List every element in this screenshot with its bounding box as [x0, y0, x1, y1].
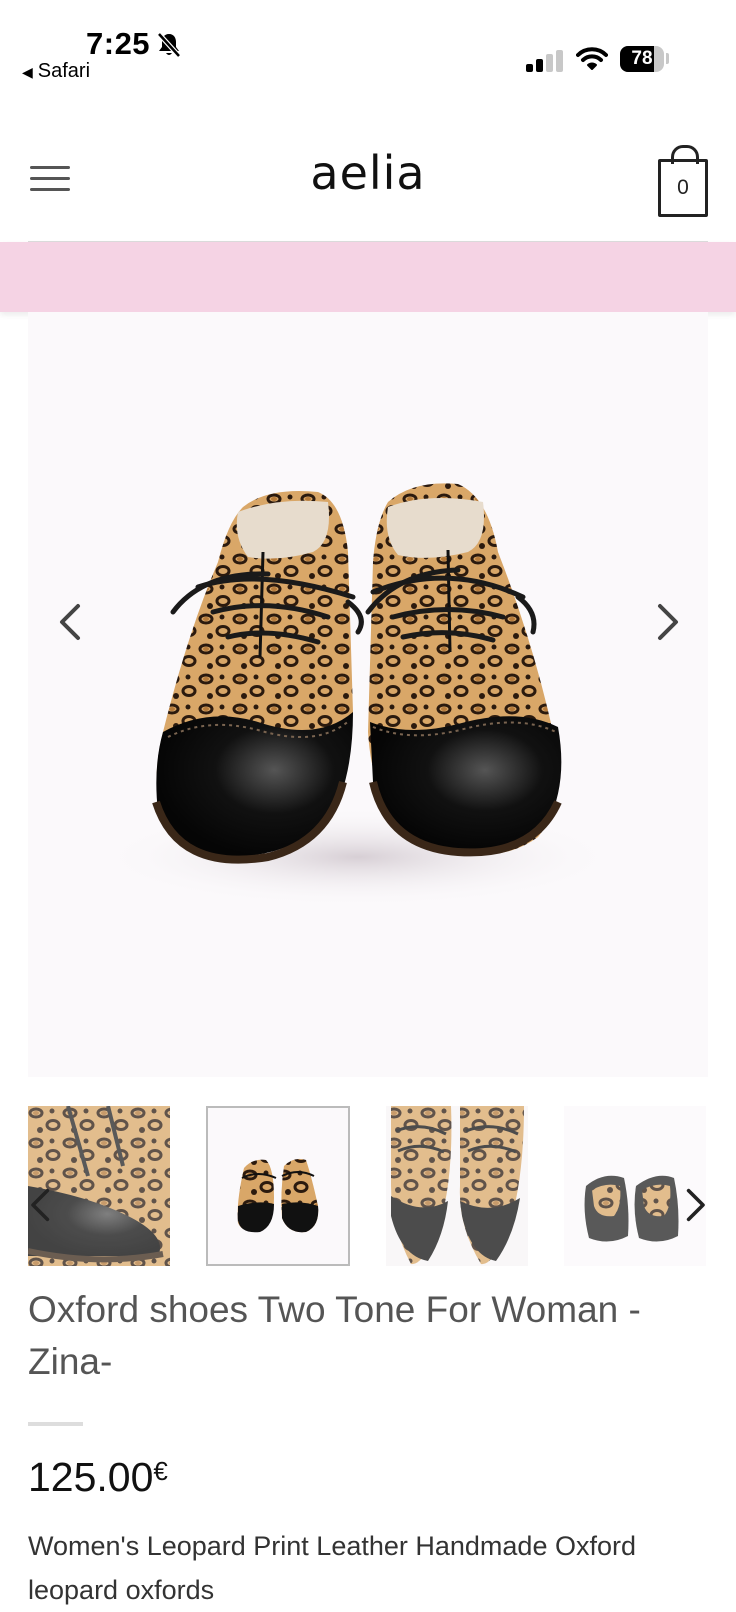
- chevron-right-icon[interactable]: [646, 600, 686, 644]
- battery-icon: 78: [620, 46, 664, 72]
- promo-banner: [0, 242, 736, 312]
- price-currency: €: [153, 1456, 168, 1486]
- product-title: Oxford shoes Two Tone For Woman - Zina-: [28, 1289, 641, 1382]
- product-main-image[interactable]: [28, 312, 708, 1077]
- back-triangle-icon: ◀: [22, 64, 33, 80]
- product-price: 125.00€: [28, 1454, 168, 1501]
- thumbnail-3[interactable]: [386, 1106, 528, 1266]
- wifi-icon: [576, 47, 608, 70]
- product-description: Women's Leopard Print Leather Handmade O…: [28, 1531, 636, 1605]
- price-value: 125.00: [28, 1454, 154, 1500]
- shoes-illustration: [98, 483, 618, 907]
- site-logo[interactable]: aelia: [0, 146, 736, 200]
- bell-slash-icon: [157, 32, 181, 58]
- left-shoe: [152, 491, 364, 864]
- battery-cap: [666, 53, 669, 64]
- right-shoe: [365, 483, 562, 857]
- cart-count: 0: [658, 159, 708, 217]
- status-bar: 7:25 ◀ Safari 78: [0, 0, 736, 110]
- title-divider: [28, 1422, 83, 1426]
- status-time: 7:25: [86, 26, 151, 61]
- thumbnail-2[interactable]: [206, 1106, 350, 1266]
- thumbnail-next-icon[interactable]: [676, 1185, 712, 1225]
- cellular-signal-icon: [526, 50, 566, 72]
- battery-level: 78: [631, 48, 653, 69]
- site-header: aelia 0: [0, 110, 736, 242]
- back-label: Safari: [37, 60, 91, 82]
- chevron-left-icon[interactable]: [52, 600, 92, 644]
- thumbnail-prev-icon[interactable]: [24, 1185, 60, 1225]
- shopping-bag-icon[interactable]: 0: [658, 145, 708, 217]
- back-to-safari[interactable]: ◀ Safari: [22, 60, 90, 83]
